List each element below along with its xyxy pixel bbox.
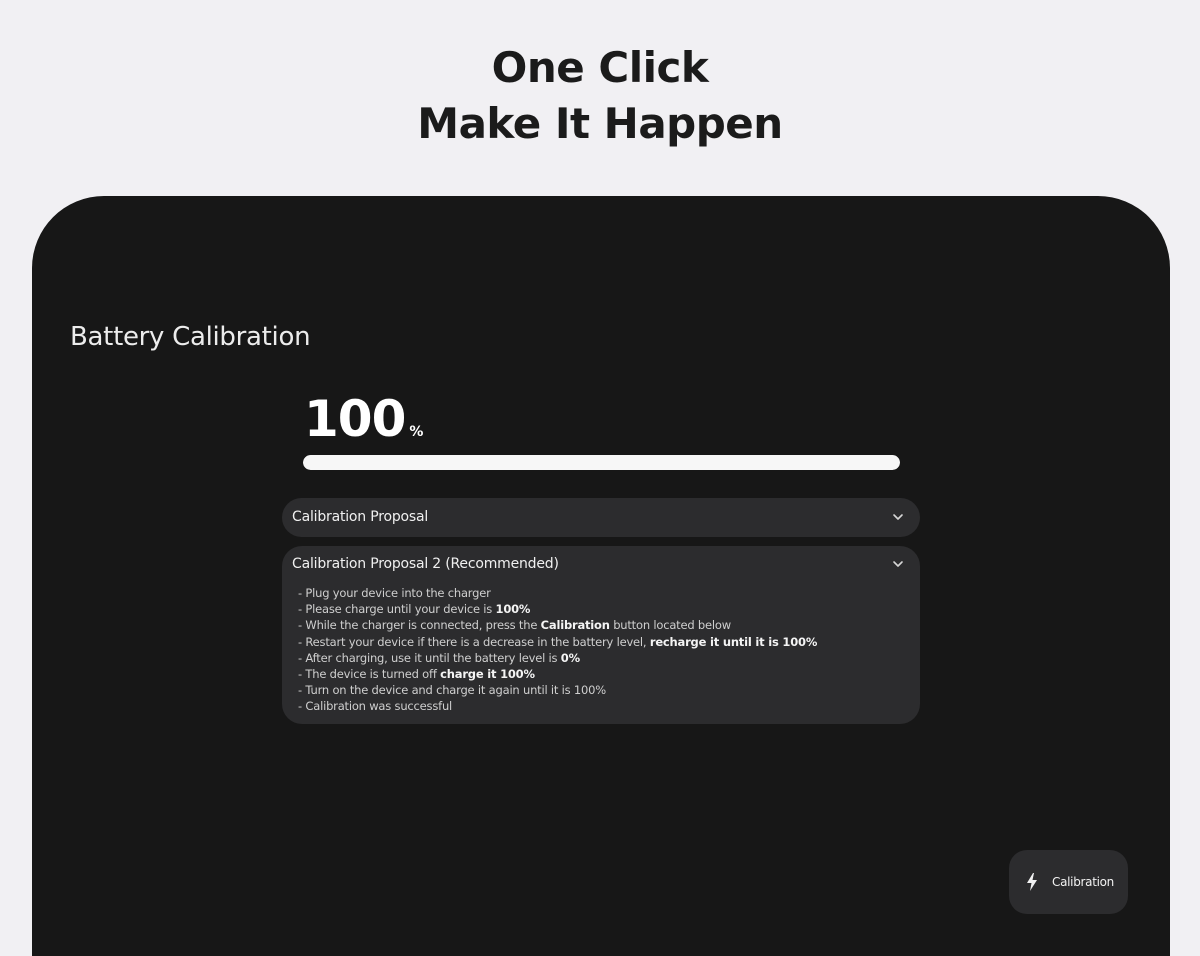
list-item: - While the charger is connected, press … bbox=[298, 618, 731, 633]
page-title: Battery Calibration bbox=[70, 322, 311, 352]
battery-level-readout: 100% bbox=[304, 390, 423, 448]
battery-progress-fill bbox=[303, 455, 900, 470]
calibration-button[interactable]: Calibration bbox=[1009, 850, 1128, 914]
battery-progress-bar bbox=[303, 455, 900, 470]
battery-level-unit: % bbox=[409, 424, 423, 440]
chevron-down-icon[interactable] bbox=[892, 511, 904, 523]
list-item: - The device is turned off charge it 100… bbox=[298, 667, 535, 682]
chevron-down-icon[interactable] bbox=[892, 558, 904, 570]
proposal-card-1[interactable]: Calibration Proposal bbox=[282, 498, 920, 537]
proposal-card-2-title: Calibration Proposal 2 (Recommended) bbox=[292, 556, 559, 572]
list-item: - Plug your device into the charger bbox=[298, 586, 491, 600]
proposal-card-2[interactable]: Calibration Proposal 2 (Recommended) - P… bbox=[282, 546, 920, 724]
list-item: - After charging, use it until the batte… bbox=[298, 650, 580, 665]
list-item: - Restart your device if there is a decr… bbox=[298, 634, 818, 649]
calibration-button-label: Calibration bbox=[1052, 875, 1114, 889]
calibration-steps-list: - Plug your device into the charger - Pl… bbox=[298, 585, 817, 715]
list-item: - Calibration was successful bbox=[298, 699, 453, 714]
battery-level-value: 100 bbox=[304, 390, 406, 448]
proposal-card-1-title: Calibration Proposal bbox=[292, 509, 429, 525]
device-screen: Battery Calibration 100% Calibration Pro… bbox=[32, 196, 1170, 956]
hero-line-1: One Click bbox=[491, 43, 709, 92]
list-item: - Turn on the device and charge it again… bbox=[298, 683, 606, 698]
list-item: - Please charge until your device is 100… bbox=[298, 602, 531, 617]
hero-line-2: Make It Happen bbox=[417, 99, 783, 148]
hero-headline: One Click Make It Happen bbox=[0, 40, 1200, 152]
lightning-bolt-icon bbox=[1027, 873, 1037, 891]
